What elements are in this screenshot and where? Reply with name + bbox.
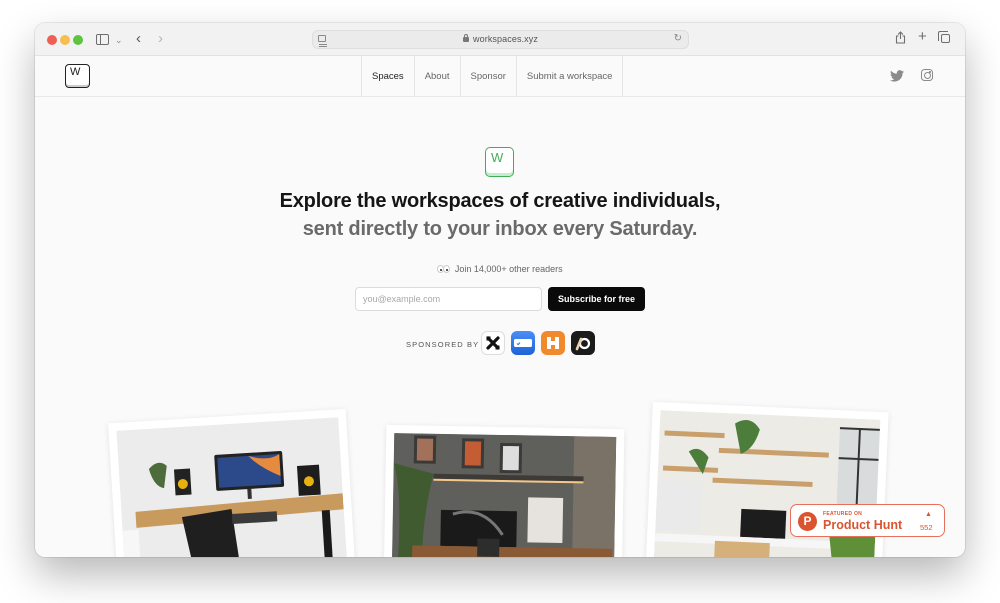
sponsor-dark-logo[interactable] [571,331,595,355]
sponsor-x-logo[interactable] [481,331,505,355]
workspace-card[interactable] [383,424,625,557]
nav-spaces[interactable]: Spaces [362,56,415,96]
browser-toolbar: ⌄ ‹ › workspaces.xyz ↻ + [35,23,965,56]
main-nav: Spaces About Sponsor Submit a workspace [361,56,624,96]
sponsor-orange-logo[interactable] [541,331,565,355]
subscribe-button[interactable]: Subscribe for free [548,287,645,311]
twitter-icon[interactable] [890,69,904,82]
sponsor-blue-logo[interactable] [511,331,535,355]
email-input[interactable] [355,287,542,311]
back-icon[interactable]: ‹ [136,31,141,46]
share-icon[interactable] [895,31,906,48]
workspace-photo-dark-wall [391,433,617,557]
site-header: W Spaces About Sponsor Submit a workspac… [35,56,965,97]
hero-logo-letter: W [491,150,504,165]
new-tab-icon[interactable]: + [918,29,927,44]
product-hunt-badge[interactable]: P FEATURED ON Product Hunt ▲ 552 [790,504,945,537]
lock-icon [463,34,470,42]
reload-icon[interactable]: ↻ [674,33,682,44]
sponsored-by-label: SPONSORED BY [406,340,480,349]
nav-submit-workspace[interactable]: Submit a workspace [517,56,624,96]
logo-letter: W [70,66,81,78]
eyes-icon [437,265,451,275]
zoom-window-button[interactable] [73,35,83,45]
hero-headline: Explore the workspaces of creative indiv… [279,190,721,212]
address-bar[interactable]: workspaces.xyz ↻ [312,30,689,49]
browser-window: ⌄ ‹ › workspaces.xyz ↻ + W Spaces About … [35,23,965,557]
tab-overview-icon[interactable] [938,31,950,43]
product-hunt-logo-icon: P [798,512,817,531]
product-hunt-featured-label: FEATURED ON [823,511,863,517]
forward-icon[interactable]: › [158,31,163,46]
upvote-arrow-icon: ▲ [925,511,932,518]
readers-count: Join 14,000+ other readers [35,264,965,275]
upvote-count: 552 [920,523,933,532]
hero-subheadline: sent directly to your inbox every Saturd… [302,218,698,240]
chevron-down-icon[interactable]: ⌄ [115,33,123,47]
close-window-button[interactable] [47,35,57,45]
hero-logo: W [485,147,514,177]
minimize-window-button[interactable] [60,35,70,45]
nav-sponsor[interactable]: Sponsor [461,56,517,96]
readers-text: Join 14,000+ other readers [454,264,563,274]
instagram-icon[interactable] [921,69,933,81]
product-hunt-name: Product Hunt [823,518,903,532]
workspace-photo-white-desk [116,417,348,557]
site-logo[interactable]: W [65,64,90,88]
sidebar-toggle-icon[interactable] [96,34,109,45]
nav-about[interactable]: About [415,56,461,96]
url-display[interactable]: workspaces.xyz [313,34,688,44]
workspace-card[interactable] [108,408,356,557]
url-text: workspaces.xyz [473,34,538,44]
